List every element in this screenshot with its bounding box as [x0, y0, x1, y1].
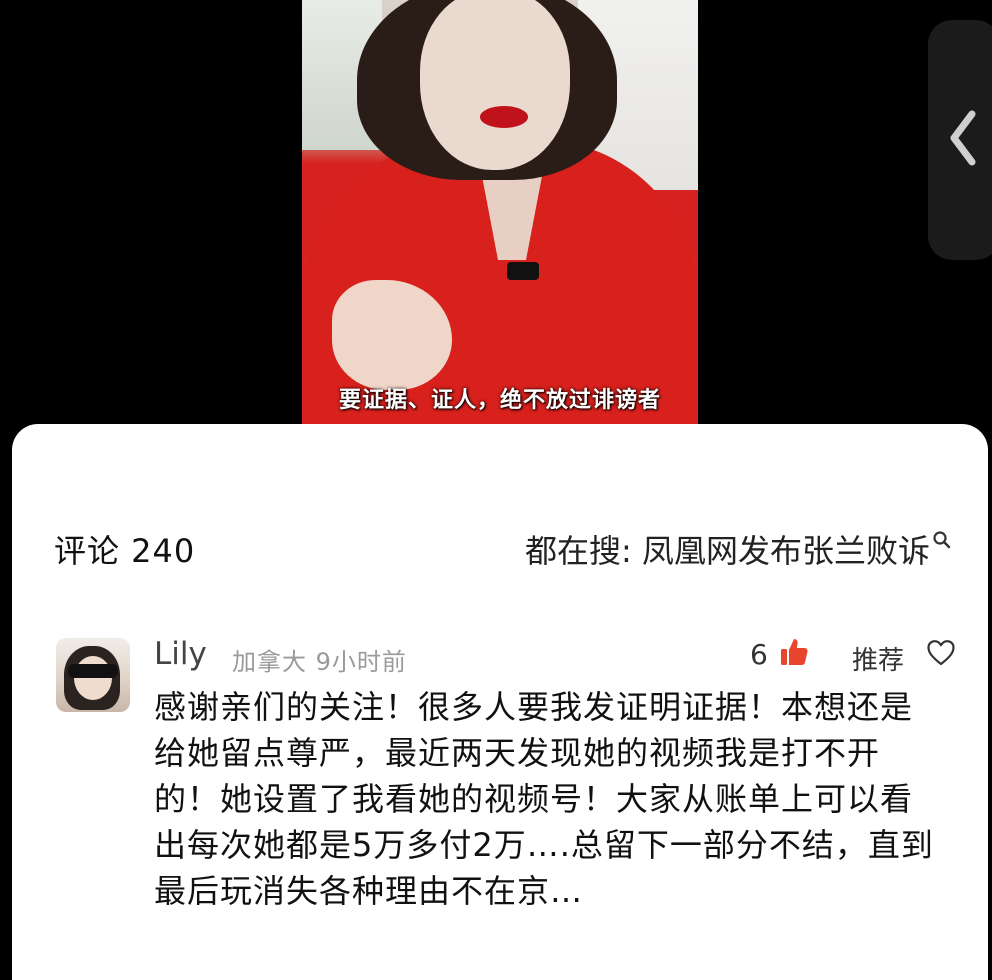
- heart-icon[interactable]: [926, 638, 956, 668]
- recommend-button[interactable]: 推荐: [852, 640, 904, 677]
- avatar-sunglasses: [68, 664, 118, 678]
- avatar[interactable]: [56, 638, 130, 712]
- comments-sheet: 评论 240 都在搜: 凤凰网发布张兰败诉 Lily 加拿大 9小时前 6 推荐: [12, 424, 988, 980]
- trending-search-link[interactable]: 都在搜: 凤凰网发布张兰败诉: [525, 526, 952, 572]
- comment-username[interactable]: Lily: [154, 636, 207, 672]
- thumbs-up-icon[interactable]: [778, 636, 810, 668]
- avatar-face: [74, 656, 112, 700]
- video-player[interactable]: 要证据、证人，绝不放过诽谤者: [302, 0, 698, 430]
- like-count: 6: [750, 638, 768, 671]
- video-person-lips: [480, 106, 528, 128]
- chevron-left-icon: [950, 110, 976, 166]
- comment-meta: 加拿大 9小时前: [232, 648, 407, 676]
- comments-count-title: 评论 240: [54, 532, 196, 570]
- side-panel-toggle[interactable]: [928, 20, 992, 260]
- search-icon: [933, 531, 951, 549]
- video-subtitle: 要证据、证人，绝不放过诽谤者: [338, 387, 661, 413]
- video-lapel-mic: [507, 262, 539, 280]
- trending-search-text: 都在搜: 凤凰网发布张兰败诉: [525, 532, 930, 570]
- screen: 要证据、证人，绝不放过诽谤者 评论 240 都在搜: 凤凰网发布张兰败诉 Lil…: [0, 0, 992, 980]
- comment-body: 感谢亲们的关注！很多人要我发证明证据！本想还是给她留点尊严，最近两天发现她的视频…: [154, 688, 934, 910]
- video-person-face: [420, 0, 570, 170]
